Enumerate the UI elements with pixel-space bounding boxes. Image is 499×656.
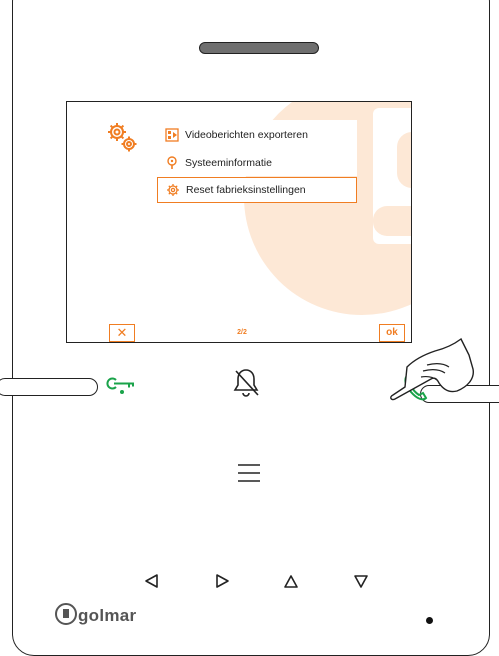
menu-item-label: Videoberichten exporteren [185, 129, 308, 141]
menu-item-video-export[interactable]: Videoberichten exporteren [157, 122, 357, 148]
triangle-down-icon[interactable] [352, 572, 370, 590]
golmar-logo-mark [55, 603, 77, 625]
settings-gear-icon [108, 123, 137, 152]
menu-icon[interactable] [236, 462, 262, 484]
pointing-hand-icon [390, 337, 474, 401]
display-screen: Videoberichten exporteren Systeeminforma… [66, 101, 412, 343]
triangle-left-icon[interactable] [143, 572, 161, 590]
video-export-icon [165, 128, 179, 142]
golmar-logo: golmar [78, 606, 137, 625]
triangle-right-icon[interactable] [213, 572, 231, 590]
key-icon[interactable] [105, 374, 137, 396]
cancel-button[interactable]: ✕ [109, 324, 135, 342]
bell-muted-icon[interactable] [231, 366, 261, 400]
reset-gear-icon [167, 184, 179, 196]
page-indicator: 2/2 [237, 329, 247, 336]
menu-item-system-info[interactable]: Systeeminformatie [157, 150, 357, 176]
speaker-grille [199, 42, 319, 54]
menu-item-label: Systeeminformatie [185, 157, 272, 169]
status-led [426, 617, 433, 624]
menu-item-factory-reset[interactable]: Reset fabrieksinstellingen [157, 177, 357, 203]
triangle-up-icon[interactable] [282, 572, 300, 590]
settings-menu: Videoberichten exporteren Systeeminforma… [157, 120, 357, 208]
info-icon [167, 156, 177, 169]
left-side-button[interactable] [0, 378, 98, 396]
menu-item-label: Reset fabrieksinstellingen [186, 184, 306, 196]
